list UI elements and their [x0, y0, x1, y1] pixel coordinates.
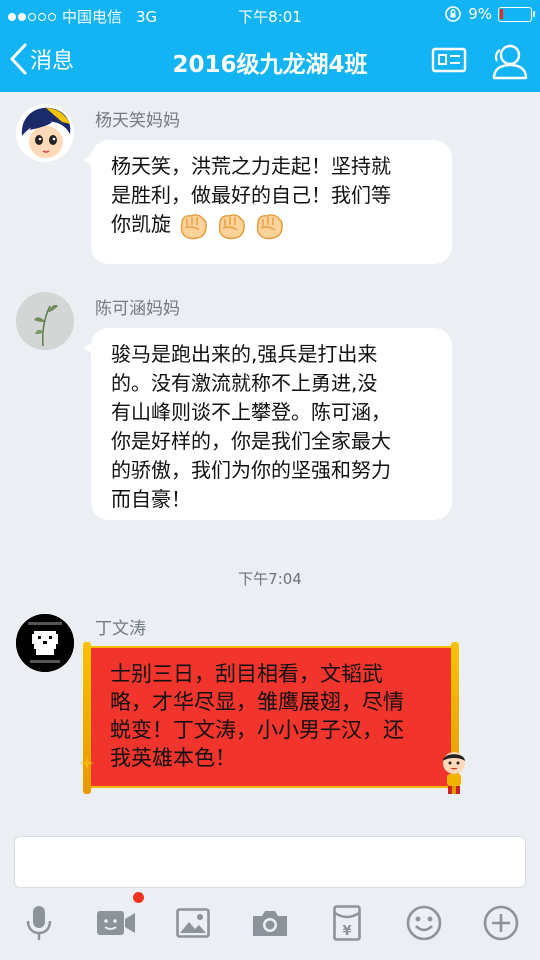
- orientation-lock-icon: [445, 6, 462, 22]
- fist-emoji-icon: [177, 211, 209, 241]
- image-button[interactable]: [173, 903, 213, 943]
- battery-icon: [498, 6, 535, 22]
- cartoon-boy-sticker-icon: [443, 752, 465, 794]
- group-members-button[interactable]: [488, 42, 530, 86]
- plus-icon: [483, 905, 519, 941]
- battery-percent: 9%: [468, 5, 492, 23]
- image-icon: [176, 908, 210, 938]
- message-line: 杨天笑，洪荒之力走起！坚持就: [111, 154, 391, 178]
- message-line: 你凯旋: [111, 212, 171, 236]
- group-members-icon: [492, 44, 528, 80]
- message-line: 有山峰则谈不上攀登。陈可涵，: [111, 400, 391, 424]
- camera-icon: [253, 911, 287, 936]
- message-line: 你是好样的，你是我们全家最大: [111, 429, 391, 453]
- back-button[interactable]: 消息: [8, 42, 74, 76]
- message-line: 骏马是跑出来的,强兵是打出来: [111, 342, 378, 366]
- chat-area[interactable]: 杨天笑妈妈 杨天笑，洪荒之力走起！坚持就 是胜利，做最好的自己！我们等 你凯旋 …: [0, 92, 540, 828]
- message-line: 士别三日，刮目相看，文韬武: [110, 662, 383, 686]
- back-label: 消息: [30, 49, 75, 74]
- microphone-icon: [26, 906, 52, 940]
- scroll-rod-left: [83, 642, 91, 794]
- plant-photo-avatar-icon: [16, 292, 74, 350]
- more-button[interactable]: [481, 903, 521, 943]
- group-profile-button[interactable]: [431, 42, 467, 82]
- message-line: 是胜利，做最好的自己！我们等: [111, 183, 391, 207]
- message-bubble[interactable]: 杨天笑，洪荒之力走起！坚持就 是胜利，做最好的自己！我们等 你凯旋: [83, 140, 452, 264]
- fist-emoji-icon: [215, 211, 247, 241]
- red-packet-icon: ¥: [333, 905, 361, 941]
- svg-text:¥: ¥: [342, 924, 351, 939]
- message-line: 蜕变！丁文涛，小小男子汉，还: [110, 718, 404, 742]
- chevron-left-icon: [10, 43, 27, 75]
- sender-name: 丁文涛: [95, 619, 146, 639]
- red-packet-button[interactable]: ¥: [327, 903, 367, 943]
- time-separator: 下午7:04: [238, 570, 302, 588]
- video-call-icon: [97, 911, 135, 935]
- message-line: 而自豪！: [111, 487, 191, 511]
- input-area: ¥: [0, 828, 540, 960]
- message-line: 略，才华尽显，雏鹰展翅，尽情: [110, 690, 404, 714]
- message-line: 我英雄本色！: [110, 746, 236, 770]
- avatar[interactable]: [16, 614, 74, 672]
- message-line: 的。没有激流就称不上勇进,没: [111, 371, 378, 395]
- video-call-button[interactable]: [96, 903, 136, 943]
- fist-emoji-icon: [253, 211, 285, 241]
- sender-name: 陈可涵妈妈: [95, 299, 180, 319]
- avatar[interactable]: [16, 292, 74, 350]
- red-scroll-message-bubble[interactable]: 士别三日，刮目相看，文韬武 略，才华尽显，雏鹰展翅，尽情 蜕变！丁文涛，小小男子…: [83, 642, 459, 794]
- sparkle-icon: [80, 756, 94, 770]
- sender-name: 杨天笑妈妈: [95, 111, 180, 131]
- avatar[interactable]: [16, 104, 74, 162]
- status-bar: 中国电信 3G 下午8:01 9%: [0, 0, 540, 30]
- message-line-with-emoji: 你凯旋: [111, 210, 434, 241]
- message-text: 士别三日，刮目相看，文韬武 略，才华尽显，雏鹰展翅，尽情 蜕变！丁文涛，小小男子…: [110, 660, 440, 772]
- pixel-dog-avatar-icon: [16, 614, 74, 672]
- cartoon-avatar-icon: [16, 104, 74, 162]
- voice-button[interactable]: [19, 903, 59, 943]
- camera-button[interactable]: [250, 903, 290, 943]
- message-input[interactable]: [14, 836, 526, 888]
- nav-bar: 消息 2016级九龙湖4班: [0, 30, 540, 92]
- profile-card-icon: [431, 47, 467, 73]
- message-bubble[interactable]: 骏马是跑出来的,强兵是打出来 的。没有激流就称不上勇进,没 有山峰则谈不上攀登。…: [83, 328, 452, 520]
- emoji-icon: [406, 905, 442, 941]
- emoji-row: [177, 212, 291, 239]
- notification-dot: [133, 892, 144, 903]
- status-right: 9%: [444, 5, 535, 23]
- emoji-button[interactable]: [404, 903, 444, 943]
- message-line: 的骄傲，我们为你的坚强和努力: [111, 458, 391, 482]
